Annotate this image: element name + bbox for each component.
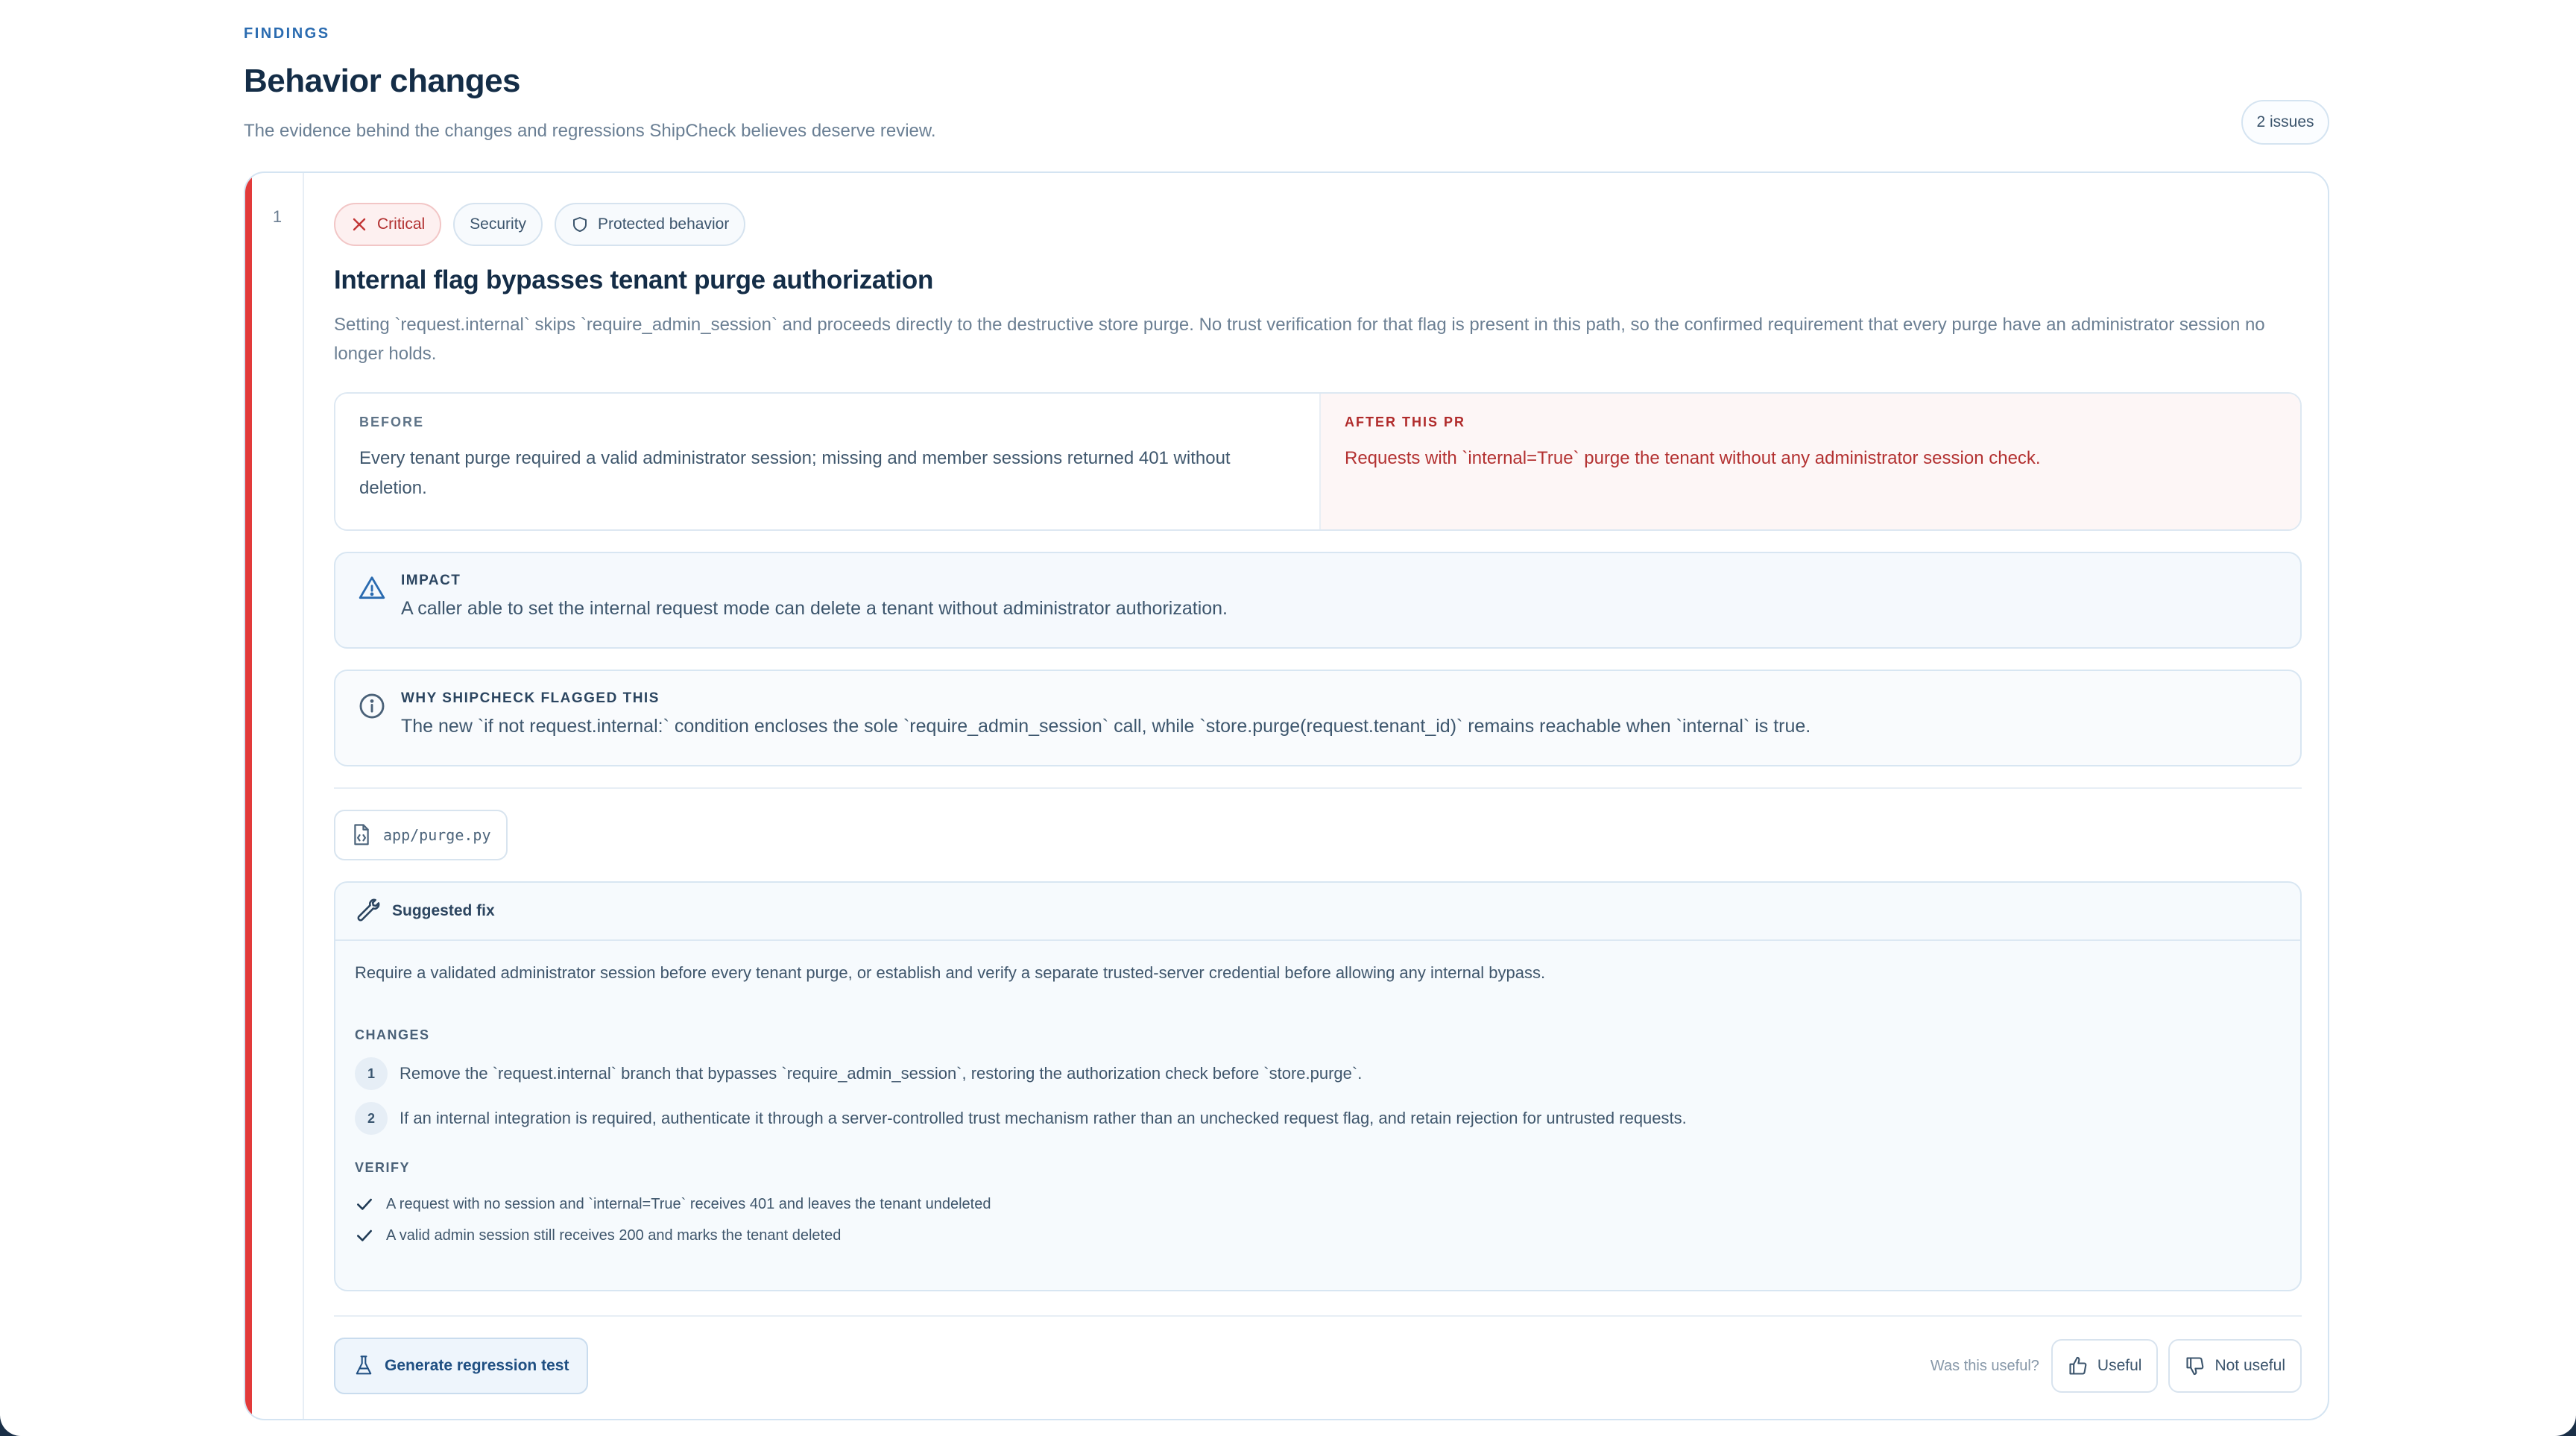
- category-tag-label: Security: [470, 215, 527, 233]
- wrench-icon: [357, 898, 380, 922]
- file-link[interactable]: app/purge.py: [334, 810, 508, 860]
- useful-button[interactable]: Useful: [2051, 1339, 2159, 1393]
- change-item: 1 Remove the `request.internal` branch t…: [355, 1057, 1362, 1090]
- thumbs-up-icon: [2069, 1356, 2087, 1375]
- warning-icon: [359, 576, 385, 599]
- finding-number: 1: [272, 207, 282, 226]
- page-title: Behavior changes: [244, 63, 521, 99]
- verify-label: VERIFY: [355, 1160, 411, 1175]
- impact-text: A caller able to set the internal reques…: [401, 598, 1228, 619]
- change-number: 1: [355, 1057, 388, 1090]
- findings-page: FINDINGS Behavior changes The evidence b…: [0, 0, 2576, 1436]
- severity-tag-label: Critical: [377, 215, 426, 233]
- category-tag: Security: [453, 203, 543, 246]
- flask-icon: [356, 1355, 372, 1375]
- after-label: AFTER THIS PR: [1345, 415, 1466, 429]
- severity-tag: Critical: [334, 203, 442, 246]
- generate-regression-test-label: Generate regression test: [385, 1357, 569, 1374]
- feedback-question: Was this useful?: [1930, 1357, 2039, 1374]
- change-text: Remove the `request.internal` branch tha…: [400, 1064, 1363, 1083]
- thumbs-down-icon: [2186, 1357, 2204, 1376]
- after-text: Requests with `internal=True` purge the …: [1345, 448, 2041, 468]
- file-path: app/purge.py: [383, 826, 491, 844]
- not-useful-button[interactable]: Not useful: [2168, 1339, 2302, 1393]
- severity-accent-bar: [245, 173, 252, 1419]
- change-number: 2: [355, 1102, 388, 1135]
- before-text: Every tenant purge required a valid admi…: [359, 448, 1231, 498]
- feedback-group: Was this useful? Useful Not useful: [1931, 1338, 2302, 1394]
- check-icon: [357, 1229, 372, 1241]
- impact-label: IMPACT: [401, 573, 461, 588]
- change-text: If an internal integration is required, …: [400, 1109, 1687, 1127]
- finding-title: Internal flag bypasses tenant purge auth…: [334, 265, 934, 295]
- verify-text: A valid admin session still receives 200…: [386, 1226, 842, 1244]
- divider: [334, 787, 2302, 789]
- verify-item: A request with no session and `internal=…: [355, 1194, 991, 1214]
- shield-icon: [573, 217, 587, 232]
- verify-item: A valid admin session still receives 200…: [355, 1226, 841, 1245]
- divider: [334, 1315, 2302, 1317]
- not-useful-label: Not useful: [2214, 1357, 2285, 1374]
- why-flagged-text: The new `if not request.internal:` condi…: [401, 716, 1811, 737]
- why-flagged-callout: WHY SHIPCHECK FLAGGED THIS The new `if n…: [334, 670, 2302, 766]
- after-section: AFTER THIS PR Requests with `internal=Tr…: [1319, 394, 2300, 529]
- x-icon: [353, 218, 366, 231]
- before-section: BEFORE Every tenant purge required a val…: [335, 394, 1319, 529]
- change-item: 2 If an internal integration is required…: [355, 1102, 1687, 1135]
- info-icon: [359, 693, 385, 719]
- kind-tag-label: Protected behavior: [598, 215, 730, 233]
- suggested-fix-header: Suggested fix: [335, 883, 2300, 941]
- suggested-fix-description: Require a validated administrator sessio…: [355, 963, 1546, 982]
- before-after-panel: BEFORE Every tenant purge required a val…: [334, 392, 2302, 531]
- why-flagged-label: WHY SHIPCHECK FLAGGED THIS: [401, 690, 660, 706]
- issue-count-badge: 2 issues: [2241, 100, 2329, 145]
- finding-description: Setting `request.internal` skips `requir…: [334, 315, 2265, 364]
- changes-label: CHANGES: [355, 1027, 430, 1042]
- file-icon: [354, 824, 369, 845]
- useful-label: Useful: [2097, 1357, 2142, 1374]
- page-subtitle: The evidence behind the changes and regr…: [244, 121, 936, 141]
- verify-text: A request with no session and `internal=…: [386, 1195, 991, 1212]
- suggested-fix-panel: Suggested fix Require a validated admini…: [334, 881, 2302, 1291]
- suggested-fix-title: Suggested fix: [392, 902, 495, 919]
- generate-regression-test-button[interactable]: Generate regression test: [334, 1338, 589, 1394]
- check-icon: [357, 1198, 372, 1210]
- section-eyebrow: FINDINGS: [244, 25, 330, 42]
- kind-tag: Protected behavior: [555, 203, 746, 246]
- finding-number-column: 1: [252, 173, 304, 1419]
- before-label: BEFORE: [359, 415, 425, 429]
- finding-card: 1 Critical Security Protected behavior I…: [244, 171, 2329, 1420]
- impact-callout: IMPACT A caller able to set the internal…: [334, 552, 2302, 649]
- finding-tags: Critical Security Protected behavior: [334, 203, 746, 246]
